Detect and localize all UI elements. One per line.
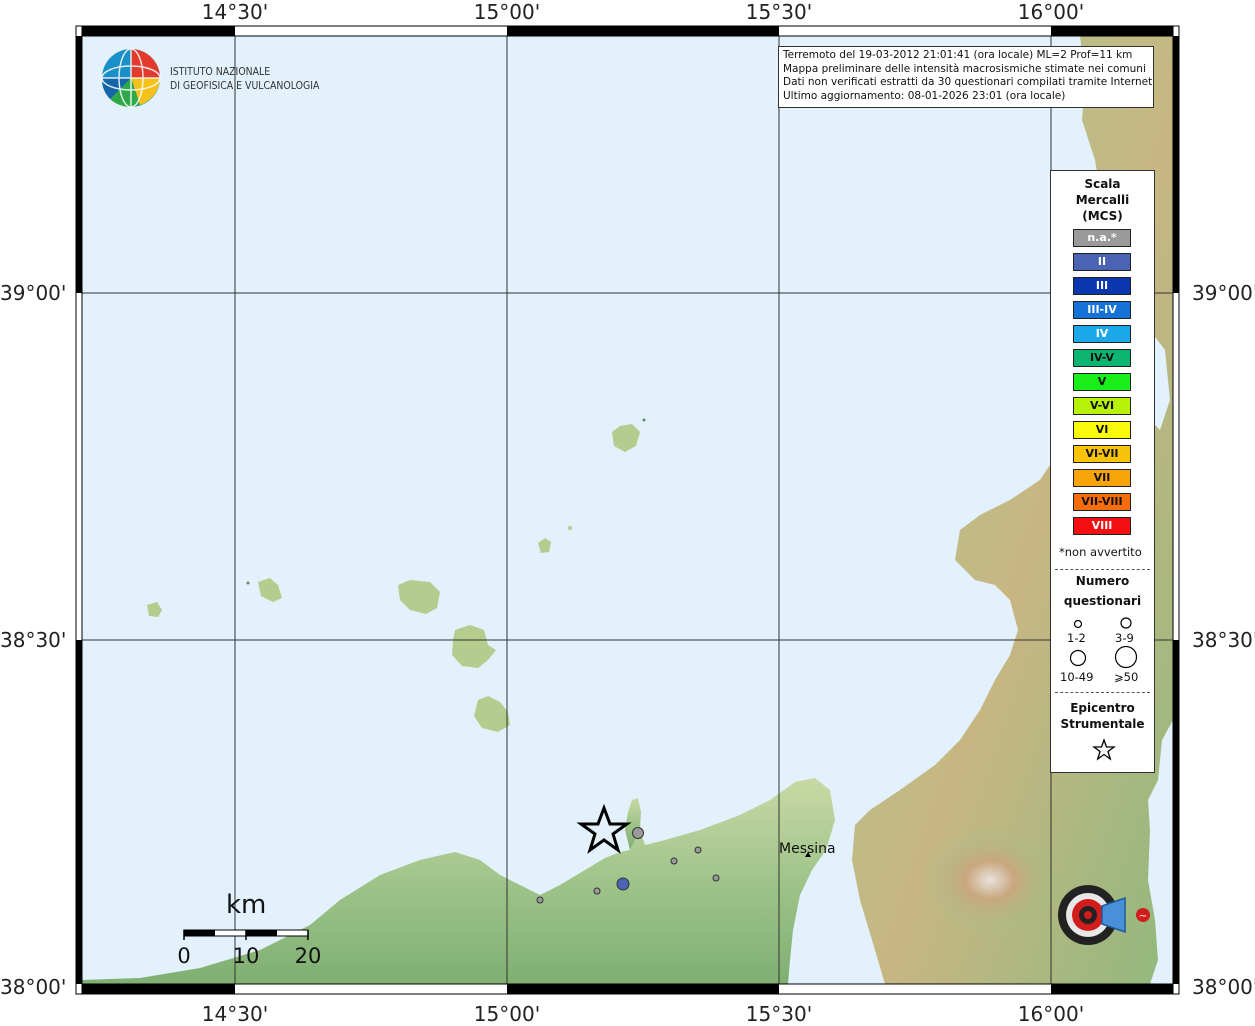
legend-swatch: VIII	[1073, 517, 1131, 535]
event-info-line: Mappa preliminare delle intensità macros…	[783, 62, 1146, 75]
count-symbol-medium	[1120, 617, 1132, 629]
intensity-point	[712, 874, 720, 882]
count-title-line2: questionari	[1063, 594, 1142, 608]
count-symbol-xlarge	[1114, 645, 1138, 669]
legend-swatch: IV-V	[1073, 349, 1131, 367]
count-class-label: 3-9	[1115, 631, 1134, 645]
legend: Scala Mercalli (MCS) n.a.* II III III-IV IV I…	[1050, 170, 1155, 773]
lat-label-right: 38°00'	[1192, 975, 1255, 999]
intensity-point	[694, 846, 702, 854]
legend-swatch: V	[1073, 373, 1131, 391]
legend-swatch: V-VI	[1073, 397, 1131, 415]
legend-swatch: n.a.*	[1073, 229, 1131, 247]
legend-swatch: IV	[1073, 325, 1131, 343]
legend-swatch: VII	[1073, 469, 1131, 487]
intensity-point	[670, 857, 678, 865]
lon-label-bottom: 16°00'	[1017, 1002, 1085, 1026]
count-class-label: ⩾50	[1114, 670, 1139, 684]
event-info-box: Terremoto del 19-03-2012 21:01:41 (ora l…	[778, 46, 1154, 108]
lon-label-bottom: 14°30'	[201, 1002, 269, 1026]
intensity-point	[632, 827, 644, 839]
lon-label-bottom: 15°00'	[473, 1002, 541, 1026]
count-symbol-large	[1069, 649, 1087, 667]
count-title-line1: Numero	[1075, 574, 1130, 588]
city-label-messina: Messina	[779, 841, 836, 857]
legend-swatch: VI-VII	[1073, 445, 1131, 463]
epicenter-star-icon	[1092, 738, 1116, 761]
ingv-name-line1: ISTITUTO NAZIONALE	[170, 65, 271, 78]
lon-label-top: 16°00'	[1017, 0, 1085, 24]
lat-label-right: 39°00'	[1192, 281, 1255, 305]
count-symbol-small	[1073, 619, 1083, 629]
legend-title-line1: Scala	[1084, 177, 1121, 191]
scalebar-tick-label: 20	[294, 944, 322, 968]
legend-footnote: *non avvertito	[1059, 545, 1142, 559]
globe-icon	[101, 48, 161, 108]
legend-swatch: VI	[1073, 421, 1131, 439]
legend-swatch: II	[1073, 253, 1131, 271]
legend-title-line3: (MCS)	[1082, 209, 1123, 223]
legend-separator	[1055, 692, 1150, 693]
legend-swatch: III	[1073, 277, 1131, 295]
event-info-line: Ultimo aggiornamento: 08-01-2026 23:01 (…	[783, 89, 1066, 102]
lat-label-right: 38°30'	[1192, 628, 1255, 652]
lon-label-bottom: 15°30'	[745, 1002, 813, 1026]
event-info-line: Terremoto del 19-03-2012 21:01:41 (ora l…	[783, 49, 1133, 61]
event-info-line: Dati non verificati estratti da 30 quest…	[783, 76, 1154, 88]
legend-separator	[1055, 569, 1150, 570]
lon-label-top: 15°30'	[745, 0, 813, 24]
lon-label-top: 14°30'	[201, 0, 269, 24]
intensity-point	[593, 887, 601, 895]
legend-swatch: III-IV	[1073, 301, 1131, 319]
epicenter-title-line2: Strumentale	[1060, 717, 1145, 731]
scalebar-tick-label: 10	[232, 944, 260, 968]
intensity-point	[536, 896, 544, 904]
target-speaker-icon: ~	[1058, 885, 1150, 945]
scalebar-tick-label: 0	[177, 944, 191, 968]
lat-label-left: 38°30'	[0, 628, 67, 652]
lon-label-top: 15°00'	[473, 0, 541, 24]
intensity-point	[616, 877, 630, 891]
ingv-logo: ISTITUTO NAZIONALE DI GEOFISICA E VULCAN…	[100, 47, 320, 111]
count-class-label: 10-49	[1060, 670, 1094, 684]
hsit-logo: ~	[1030, 858, 1170, 978]
lat-label-left: 38°00'	[0, 975, 67, 999]
count-class-label: 1-2	[1067, 631, 1086, 645]
legend-swatch: VII-VIII	[1073, 493, 1131, 511]
epicenter-title-line1: Epicentro	[1070, 701, 1135, 715]
lat-label-left: 39°00'	[0, 281, 67, 305]
legend-title-line2: Mercalli	[1075, 193, 1130, 207]
svg-text:~: ~	[1139, 911, 1147, 922]
scalebar-unit: km	[226, 890, 267, 920]
ingv-name-line2: DI GEOFISICA E VULCANOLOGIA	[170, 79, 320, 92]
